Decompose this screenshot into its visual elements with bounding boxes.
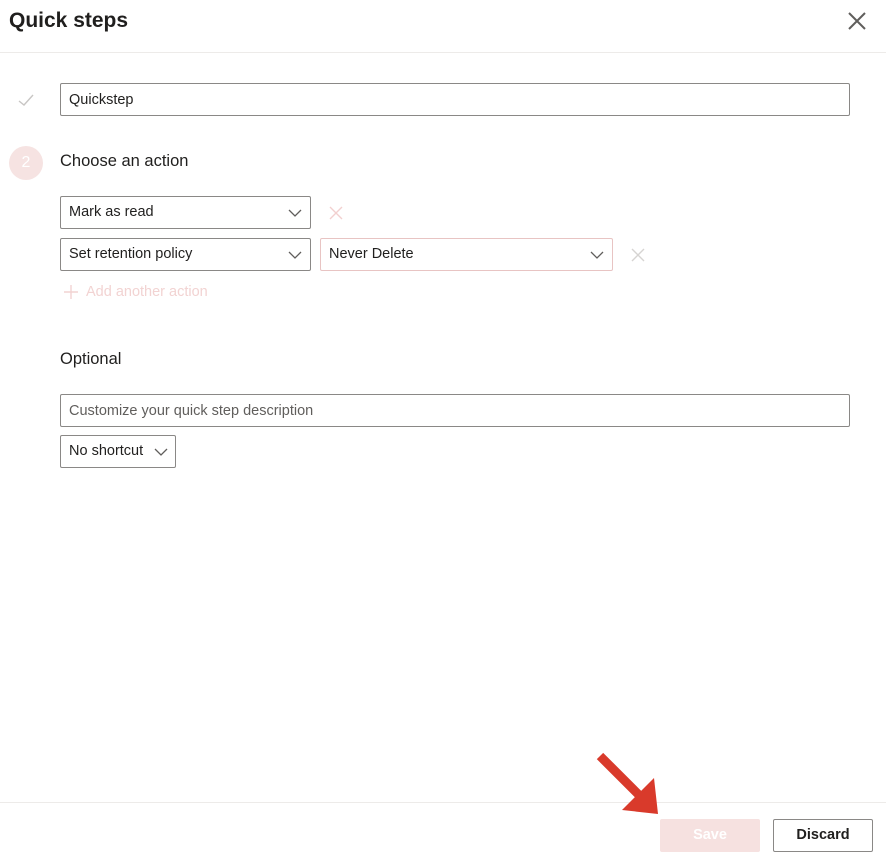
action-dropdown-1[interactable]: Mark as read [60,196,311,229]
chevron-down-icon [288,209,302,217]
retention-policy-dropdown[interactable]: Never Delete [320,238,613,271]
add-icon [64,285,78,299]
annotation-arrow-icon [596,752,658,814]
step-number-badge: 2 [9,146,43,180]
action-dropdown-2[interactable]: Set retention policy [60,238,311,271]
action-dropdown-2-value: Set retention policy [69,246,193,262]
optional-heading: Optional [60,350,122,368]
retention-policy-value: Never Delete [329,246,414,262]
chevron-down-icon [154,448,168,456]
remove-action-1-icon[interactable] [328,205,344,221]
description-input[interactable] [60,394,850,427]
choose-action-heading: Choose an action [60,152,189,170]
dialog-header: Quick steps [0,0,886,53]
dialog-title: Quick steps [9,9,129,32]
remove-action-2-icon[interactable] [630,247,646,263]
action-dropdown-1-value: Mark as read [69,204,154,220]
chevron-down-icon [288,251,302,259]
chevron-down-icon [590,251,604,259]
add-another-action-button[interactable]: Add another action [64,284,208,300]
close-icon [848,12,866,30]
add-another-action-label: Add another action [86,284,208,300]
discard-button[interactable]: Discard [773,819,873,852]
check-icon [18,94,34,106]
quick-step-name-input[interactable] [60,83,850,116]
save-button[interactable]: Save [660,819,760,852]
shortcut-dropdown[interactable]: No shortcut [60,435,176,468]
close-button[interactable] [844,8,870,34]
shortcut-dropdown-value: No shortcut [69,443,144,459]
